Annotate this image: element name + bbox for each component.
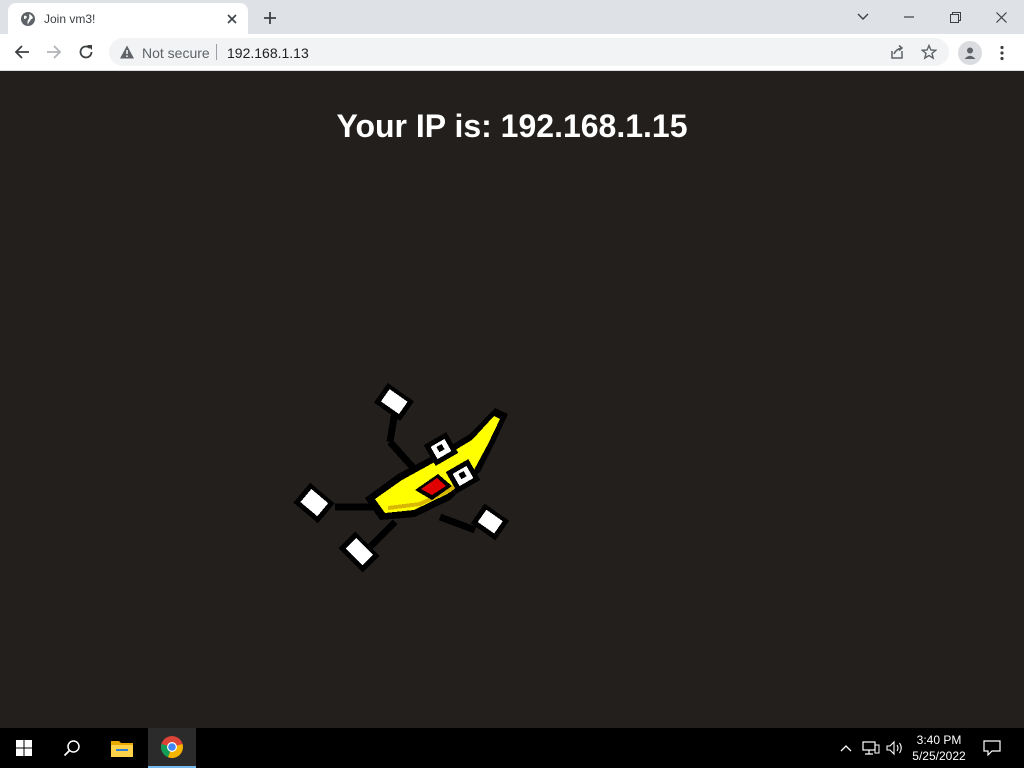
divider xyxy=(216,44,217,60)
folder-icon xyxy=(111,741,133,757)
tab-title: Join vm3! xyxy=(44,12,96,26)
system-clock[interactable]: 3:40 PM 5/25/2022 xyxy=(906,732,972,764)
new-tab-button[interactable] xyxy=(258,6,282,30)
security-label[interactable]: Not secure xyxy=(142,45,210,61)
profile-avatar-icon[interactable] xyxy=(958,41,982,65)
search-button[interactable] xyxy=(48,728,96,768)
reload-button[interactable] xyxy=(72,38,100,66)
globe-icon xyxy=(20,11,36,27)
dancing-banana-image xyxy=(290,382,520,592)
restore-button[interactable] xyxy=(932,0,978,34)
windows-logo-icon xyxy=(16,740,32,756)
network-icon[interactable] xyxy=(861,738,881,758)
browser-toolbar: Not secure 192.168.1.13 xyxy=(0,34,1024,71)
glove-top xyxy=(374,382,414,422)
warning-icon[interactable] xyxy=(119,44,135,60)
forward-button[interactable] xyxy=(40,38,68,66)
page-heading: Your IP is: 192.168.1.15 xyxy=(336,108,688,144)
chrome-taskbar-button[interactable] xyxy=(148,728,196,768)
notifications-icon[interactable] xyxy=(982,738,1002,758)
back-button[interactable] xyxy=(8,38,36,66)
file-explorer-button[interactable] xyxy=(98,728,146,768)
page-content: Your IP is: 192.168.1.15 xyxy=(0,72,1024,728)
taskbar: 3:40 PM 5/25/2022 xyxy=(0,728,1024,768)
search-icon xyxy=(63,740,80,757)
tab-search-icon[interactable] xyxy=(840,0,886,34)
volume-icon[interactable] xyxy=(885,738,905,758)
close-window-button[interactable] xyxy=(978,0,1024,34)
start-button[interactable] xyxy=(0,728,48,768)
clock-date: 5/25/2022 xyxy=(912,749,966,763)
show-hidden-icons-chevron-icon[interactable] xyxy=(836,738,856,758)
tab-join-vm3[interactable]: Join vm3! xyxy=(8,3,248,34)
bookmark-star-icon[interactable] xyxy=(920,43,938,61)
share-icon[interactable] xyxy=(888,43,906,61)
clock-time: 3:40 PM xyxy=(916,733,962,747)
minimize-button[interactable] xyxy=(886,0,932,34)
close-tab-icon[interactable] xyxy=(222,9,242,29)
url-text[interactable]: 192.168.1.13 xyxy=(227,45,309,61)
chrome-icon xyxy=(161,736,183,759)
address-bar[interactable]: Not secure 192.168.1.13 xyxy=(109,38,949,66)
tab-strip: Join vm3! xyxy=(0,0,1024,34)
menu-kebab-icon[interactable] xyxy=(992,41,1012,65)
